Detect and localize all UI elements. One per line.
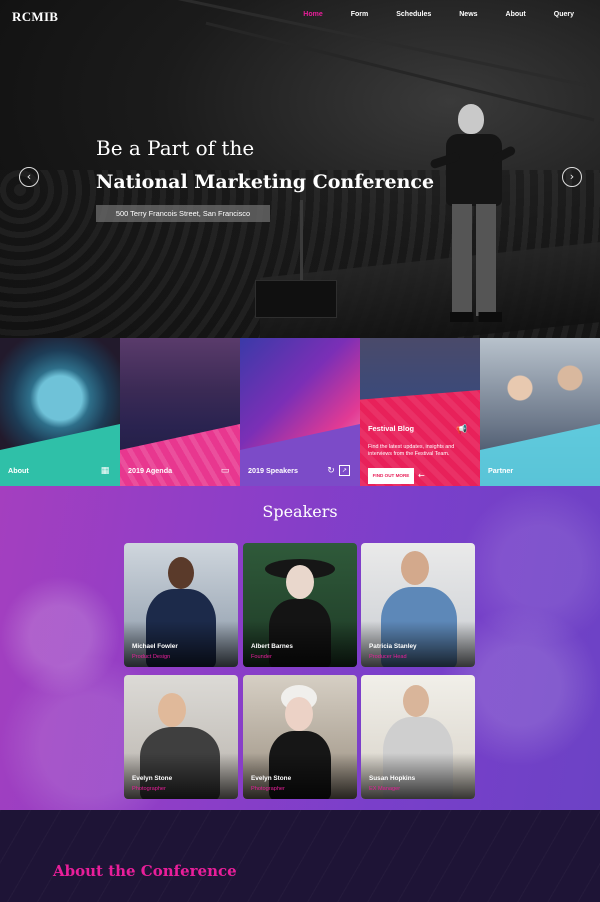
hero-address: 500 Terry Francois Street, San Francisco — [96, 205, 270, 222]
site-logo[interactable]: RCMIB — [12, 9, 58, 25]
speaker-card[interactable]: Evelyn Stone Photographer — [124, 675, 238, 799]
tile-about[interactable]: About ▦ — [0, 338, 120, 486]
speaker-card[interactable]: Evelyn Stone Photographer — [243, 675, 357, 799]
blog-description: Find the latest updates, insights and in… — [368, 444, 455, 458]
tile-label: Partner — [488, 466, 514, 475]
speaker-name: Susan Hopkins — [369, 775, 416, 782]
nav-item-news[interactable]: News — [459, 11, 477, 18]
hero-heading-line1: Be a Part of the — [96, 136, 255, 160]
find-out-more-button[interactable]: FIND OUT MORE — [368, 468, 414, 484]
page: RCMIB Home Form Schedules News About Que… — [0, 0, 600, 902]
nav-menu: Home Form Schedules News About Query — [275, 11, 574, 18]
hero-heading-line2: National Marketing Conference — [96, 171, 435, 195]
arrow-left-icon: ← — [418, 471, 425, 480]
speaker-card[interactable]: Michael Fowler Product Design — [124, 543, 238, 667]
speaker-role: Photographer — [251, 786, 285, 792]
tile-label: 2019 Speakers — [248, 466, 298, 475]
calendar-icon: ▦ — [100, 466, 110, 476]
speaker-name: Albert Barnes — [251, 643, 293, 650]
speakers-title: Speakers — [262, 502, 338, 521]
hero-section: RCMIB Home Form Schedules News About Que… — [0, 0, 600, 338]
podium — [255, 280, 337, 318]
tile-label: About — [8, 466, 29, 475]
nav-item-home[interactable]: Home — [303, 11, 322, 18]
speaker-role: Founder — [251, 654, 272, 660]
background-pattern — [0, 810, 600, 902]
speaker-role: Producer Head — [369, 654, 407, 660]
tile-partner[interactable]: Partner — [480, 338, 600, 486]
top-nav: RCMIB Home Form Schedules News About Que… — [0, 0, 600, 32]
about-title: About the Conference — [53, 862, 237, 880]
speaker-name: Patricia Stanley — [369, 643, 417, 650]
ticket-icon: ▭ — [220, 466, 230, 476]
hero-heading-text: National Marketing Conference — [96, 171, 435, 193]
about-section: About the Conference — [0, 810, 600, 902]
speaker-name: Evelyn Stone — [132, 775, 173, 782]
share-arrow-icon: ↻ — [327, 466, 335, 476]
nav-item-schedules[interactable]: Schedules — [396, 11, 431, 18]
tile-label: 2019 Agenda — [128, 466, 173, 475]
tile-festival-blog[interactable]: Festival Blog 📢 Find the latest updates,… — [360, 338, 480, 486]
nav-item-query[interactable]: Query — [554, 11, 574, 18]
speaker-name: Evelyn Stone — [251, 775, 292, 782]
speaker-role: EX Manager — [369, 786, 401, 792]
speaker-card[interactable]: Patricia Stanley Producer Head — [361, 543, 475, 667]
hero-speaker-figure — [429, 104, 517, 326]
feature-tiles: About ▦ 2019 Agenda ▭ 2019 Speakers ↗ ↻ … — [0, 338, 600, 486]
nav-item-about[interactable]: About — [506, 11, 526, 18]
chevron-left-icon[interactable]: ‹ — [19, 167, 39, 187]
speaker-role: Product Design — [132, 654, 171, 660]
speaker-card[interactable]: Susan Hopkins EX Manager — [361, 675, 475, 799]
nav-item-form[interactable]: Form — [351, 11, 369, 18]
tile-label: Festival Blog — [368, 424, 414, 433]
speakers-section: Speakers Michael Fowler Product Design A… — [0, 486, 600, 810]
tile-speakers[interactable]: 2019 Speakers ↗ ↻ — [240, 338, 360, 486]
speaker-role: Photographer — [132, 786, 166, 792]
speaker-name: Michael Fowler — [132, 643, 178, 650]
share-icon: ↗ — [339, 465, 350, 476]
tile-agenda[interactable]: 2019 Agenda ▭ — [120, 338, 240, 486]
chevron-right-icon[interactable]: › — [562, 167, 582, 187]
speaker-card[interactable]: Albert Barnes Founder — [243, 543, 357, 667]
ceiling-rail — [205, 21, 595, 122]
megaphone-icon: 📢 — [456, 425, 468, 435]
